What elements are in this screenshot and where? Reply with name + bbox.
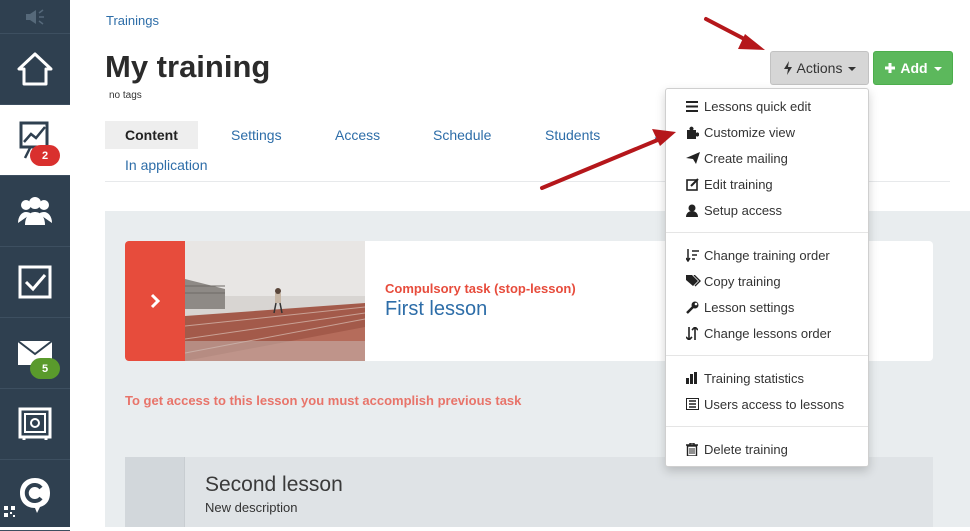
lesson-description: New description: [205, 500, 298, 515]
actions-button[interactable]: Actions: [770, 51, 869, 85]
sidebar-item-users[interactable]: [0, 176, 70, 247]
tab-settings[interactable]: Settings: [231, 127, 282, 143]
lesson-title[interactable]: Second lesson: [205, 473, 343, 497]
menu-divider: [666, 426, 868, 427]
tags-label: no tags: [109, 90, 142, 101]
puzzle-icon: [686, 126, 704, 139]
menu-item-label: Change training order: [704, 247, 830, 263]
trainings-badge: 2: [30, 145, 60, 166]
lesson-status-tag: Compulsory task (stop-lesson): [385, 281, 576, 296]
menu-item-create-mailing[interactable]: Create mailing: [666, 146, 868, 170]
lesson-strip: [125, 457, 185, 527]
sort-amount-icon: [686, 248, 704, 262]
menu-item-label: Delete training: [704, 441, 788, 457]
sidebar: 2 5: [0, 0, 70, 531]
trash-icon: [686, 442, 704, 456]
lesson-title-link[interactable]: First lesson: [385, 298, 487, 321]
list-icon: [686, 100, 704, 112]
bar-chart-icon: [686, 372, 704, 384]
sidebar-item-tasks[interactable]: [0, 247, 70, 318]
caret-down-icon: [848, 67, 857, 71]
edit-icon: [686, 177, 704, 191]
add-button[interactable]: Add: [873, 51, 953, 85]
sidebar-item-home[interactable]: [0, 34, 70, 105]
sidebar-item-messages[interactable]: 5: [0, 318, 70, 389]
main-content: Trainings My training no tags Content Se…: [70, 0, 970, 527]
safe-icon: [18, 407, 52, 440]
paper-plane-icon: [686, 152, 704, 164]
add-label: Add: [900, 60, 928, 76]
list-alt-icon: [686, 398, 704, 410]
sort-icon: [686, 326, 704, 340]
menu-item-label: Lessons quick edit: [704, 98, 811, 114]
chevron-right-icon[interactable]: [125, 241, 185, 361]
tab-content[interactable]: Content: [105, 121, 198, 149]
tab-in-application[interactable]: In application: [125, 157, 208, 173]
menu-item-label: Copy training: [704, 273, 781, 289]
menu-item-label: Change lessons order: [704, 325, 832, 341]
tab-access[interactable]: Access: [335, 127, 380, 143]
sound-icon[interactable]: [0, 0, 70, 34]
breadcrumb[interactable]: Trainings: [106, 13, 159, 28]
menu-item-copy-training[interactable]: Copy training: [666, 269, 868, 293]
tab-students[interactable]: Students: [545, 127, 600, 143]
wrench-icon: [686, 301, 704, 314]
sidebar-item-safe[interactable]: [0, 389, 70, 460]
tags-icon: [686, 275, 704, 287]
menu-item-label: Training statistics: [704, 370, 804, 386]
bolt-icon: [783, 61, 792, 75]
plus-icon: [885, 63, 896, 73]
menu-divider: [666, 355, 868, 356]
sidebar-item-trainings[interactable]: 2: [0, 105, 70, 176]
menu-item-customize-view[interactable]: Customize view: [666, 120, 868, 144]
actions-dropdown: Lessons quick edit Customize view Create…: [665, 88, 869, 467]
menu-item-change-lessons-order[interactable]: Change lessons order: [666, 321, 868, 345]
messages-badge: 5: [30, 358, 60, 379]
menu-item-label: Create mailing: [704, 150, 788, 166]
page-title: My training: [105, 49, 271, 84]
users-icon: [18, 197, 52, 225]
menu-item-lesson-settings[interactable]: Lesson settings: [666, 295, 868, 319]
menu-divider: [666, 232, 868, 233]
lesson-card-second[interactable]: Second lesson New description: [125, 457, 933, 527]
menu-item-training-statistics[interactable]: Training statistics: [666, 366, 868, 390]
menu-item-users-access[interactable]: Users access to lessons: [666, 392, 868, 416]
menu-item-edit-training[interactable]: Edit training: [666, 172, 868, 196]
menu-item-label: Setup access: [704, 202, 783, 218]
chat-logo-icon: [20, 478, 50, 513]
checkbox-icon: [18, 265, 52, 299]
user-icon: [686, 204, 704, 217]
menu-item-label: Edit training: [704, 176, 773, 192]
menu-item-label: Customize view: [704, 124, 796, 140]
actions-label: Actions: [796, 60, 843, 76]
menu-item-label: Lesson settings: [704, 299, 795, 315]
menu-item-lessons-quick-edit[interactable]: Lessons quick edit: [666, 94, 868, 118]
caret-down-icon: [933, 67, 942, 71]
menu-item-change-training-order[interactable]: Change training order: [666, 243, 868, 267]
menu-item-delete-training[interactable]: Delete training: [666, 437, 868, 461]
menu-item-setup-access[interactable]: Setup access: [666, 198, 868, 222]
lesson-thumbnail: [185, 241, 365, 361]
home-icon: [17, 52, 53, 86]
qr-code-icon[interactable]: [4, 504, 15, 522]
access-note: To get access to this lesson you must ac…: [125, 393, 522, 408]
menu-item-label: Users access to lessons: [704, 396, 845, 412]
tab-schedule[interactable]: Schedule: [433, 127, 491, 143]
